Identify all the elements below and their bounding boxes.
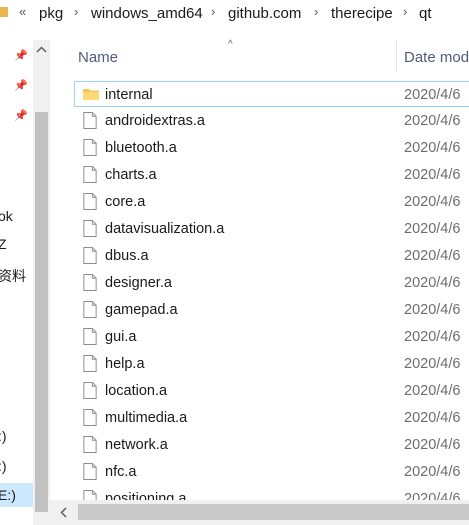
pin-icon: 📌 xyxy=(14,50,28,62)
folder-icon xyxy=(83,89,99,100)
sort-ascending-icon: ^ xyxy=(228,39,233,50)
file-date-modified: 2020/4/6 xyxy=(404,167,461,183)
file-icon xyxy=(83,220,97,237)
file-icon xyxy=(83,436,97,453)
file-date-modified: 2020/4/6 xyxy=(404,87,461,103)
breadcrumb-separator[interactable]: › xyxy=(314,4,318,19)
file-icon xyxy=(83,328,97,345)
file-icon xyxy=(83,355,97,372)
file-row[interactable]: help.a 2020/4/6 xyxy=(75,351,469,377)
file-name: multimedia.a xyxy=(105,410,188,426)
navigation-pane[interactable]: 📌 📌 📌 ok Z 资料 :) :) E:) xyxy=(0,40,33,525)
scroll-thumb[interactable] xyxy=(78,504,469,520)
breadcrumb-separator[interactable]: › xyxy=(74,4,78,19)
column-name[interactable]: Name xyxy=(78,49,118,66)
file-date-modified: 2020/4/6 xyxy=(404,248,461,264)
file-row[interactable]: designer.a 2020/4/6 xyxy=(75,270,469,296)
file-row[interactable]: location.a 2020/4/6 xyxy=(75,378,469,404)
file-date-modified: 2020/4/6 xyxy=(404,140,461,156)
file-row[interactable]: dbus.a 2020/4/6 xyxy=(75,243,469,269)
file-row[interactable]: nfc.a 2020/4/6 xyxy=(75,459,469,485)
file-date-modified: 2020/4/6 xyxy=(404,410,461,426)
file-name: help.a xyxy=(105,356,145,372)
file-icon xyxy=(83,139,97,156)
nav-scrollbar[interactable] xyxy=(33,40,50,525)
file-row[interactable]: androidextras.a 2020/4/6 xyxy=(75,108,469,134)
horizontal-scrollbar[interactable] xyxy=(50,500,469,525)
address-bar[interactable]: « pkg › windows_amd64 › github.com › the… xyxy=(0,0,469,30)
file-row[interactable]: datavisualization.a 2020/4/6 xyxy=(75,216,469,242)
file-name: charts.a xyxy=(105,167,157,183)
file-icon xyxy=(83,382,97,399)
nav-item[interactable]: :) xyxy=(0,428,7,444)
breadcrumb-pkg[interactable]: pkg xyxy=(39,5,63,22)
file-icon xyxy=(83,409,97,426)
breadcrumb-overflow[interactable]: « xyxy=(19,4,26,19)
breadcrumb-therecipe[interactable]: therecipe xyxy=(331,5,393,22)
file-date-modified: 2020/4/6 xyxy=(404,302,461,318)
file-name: gamepad.a xyxy=(105,302,178,318)
pin-icon: 📌 xyxy=(14,80,28,92)
scroll-thumb[interactable] xyxy=(35,112,48,512)
nav-item[interactable]: :) xyxy=(0,458,7,474)
nav-item[interactable]: 资料 xyxy=(0,266,26,286)
file-name: nfc.a xyxy=(105,464,137,480)
file-date-modified: 2020/4/6 xyxy=(404,221,461,237)
breadcrumb-separator[interactable]: › xyxy=(403,4,407,19)
pin-icon: 📌 xyxy=(14,110,28,122)
file-date-modified: 2020/4/6 xyxy=(404,464,461,480)
file-name: dbus.a xyxy=(105,248,149,264)
file-date-modified: 2020/4/6 xyxy=(404,356,461,372)
file-date-modified: 2020/4/6 xyxy=(404,329,461,345)
nav-item[interactable]: ok xyxy=(0,208,13,224)
file-row[interactable]: bluetooth.a 2020/4/6 xyxy=(75,135,469,161)
file-icon xyxy=(83,112,97,129)
file-date-modified: 2020/4/6 xyxy=(404,437,461,453)
file-name: androidextras.a xyxy=(105,113,205,129)
file-date-modified: 2020/4/6 xyxy=(404,194,461,210)
file-name: location.a xyxy=(105,383,168,399)
column-divider[interactable] xyxy=(396,40,397,72)
folder-icon xyxy=(0,7,8,17)
file-name: bluetooth.a xyxy=(105,140,177,156)
file-name: core.a xyxy=(105,194,146,210)
breadcrumb-windows-amd64[interactable]: windows_amd64 xyxy=(91,5,203,22)
column-date-modified[interactable]: Date mod xyxy=(404,49,469,66)
file-date-modified: 2020/4/6 xyxy=(404,383,461,399)
file-date-modified: 2020/4/6 xyxy=(404,275,461,291)
file-icon xyxy=(83,463,97,480)
scroll-up-icon[interactable] xyxy=(36,46,47,54)
file-row[interactable]: gamepad.a 2020/4/6 xyxy=(75,297,469,323)
file-icon xyxy=(83,193,97,210)
file-row[interactable]: multimedia.a 2020/4/6 xyxy=(75,405,469,431)
file-date-modified: 2020/4/6 xyxy=(404,113,461,129)
file-name: network.a xyxy=(105,437,168,453)
file-name: internal xyxy=(105,87,153,103)
file-row[interactable]: network.a 2020/4/6 xyxy=(75,432,469,458)
file-name: gui.a xyxy=(105,329,137,345)
file-row[interactable]: charts.a 2020/4/6 xyxy=(75,162,469,188)
breadcrumb-github[interactable]: github.com xyxy=(228,5,301,22)
column-header: ^ Name Date mod xyxy=(50,39,469,72)
file-icon xyxy=(83,301,97,318)
breadcrumb-qt[interactable]: qt xyxy=(419,5,432,22)
file-name: designer.a xyxy=(105,275,172,291)
nav-item-selected[interactable]: E:) xyxy=(0,487,16,503)
file-row[interactable]: gui.a 2020/4/6 xyxy=(75,324,469,350)
nav-item[interactable]: Z xyxy=(0,236,7,252)
file-icon xyxy=(83,166,97,183)
file-icon xyxy=(83,247,97,264)
folder-row[interactable]: internal 2020/4/6 xyxy=(74,81,469,107)
file-row[interactable]: core.a 2020/4/6 xyxy=(75,189,469,215)
breadcrumb-separator[interactable]: › xyxy=(211,4,215,19)
scroll-left-icon[interactable] xyxy=(60,507,68,518)
file-name: datavisualization.a xyxy=(105,221,225,237)
file-icon xyxy=(83,274,97,291)
